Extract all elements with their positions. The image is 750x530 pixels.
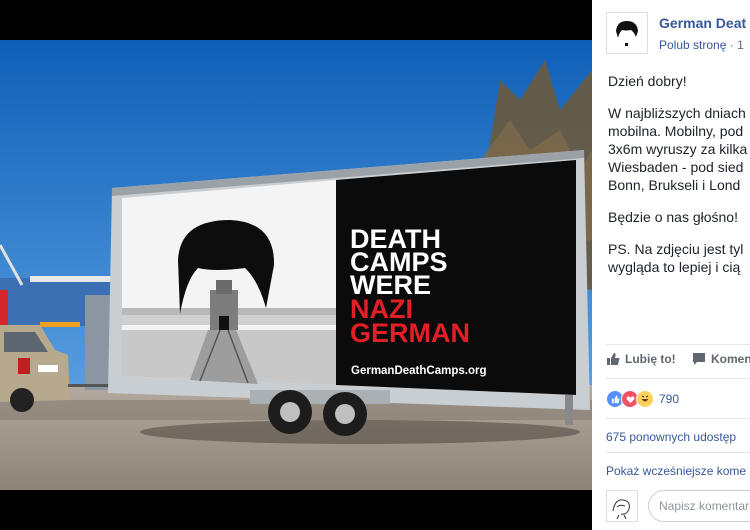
comment-label: Komen xyxy=(711,352,750,366)
comment-composer xyxy=(606,490,750,526)
comment-button[interactable]: Komen xyxy=(692,352,750,366)
thumbs-up-icon xyxy=(607,353,620,365)
post-loud: Będzie o nas głośno! xyxy=(608,209,738,225)
page-avatar[interactable] xyxy=(606,12,648,54)
reactions-summary[interactable]: 790 xyxy=(606,389,679,409)
post-ps: PS. Na zdjęciu jest tyl wygląda to lepie… xyxy=(608,240,750,276)
comment-input[interactable] xyxy=(648,490,750,522)
divider xyxy=(606,452,750,453)
post-body-line: Wiesbaden - pod sied xyxy=(608,159,744,175)
post-body-line: W najbliższych dniach xyxy=(608,105,746,121)
action-bar: Lubię to! Komen xyxy=(606,352,750,372)
view-previous-comments-link[interactable]: Pokaż wcześniejsze kome xyxy=(606,464,746,478)
post-body-line: 3x6m wyruszy za kilka xyxy=(608,141,748,157)
divider xyxy=(606,418,750,419)
comment-icon xyxy=(693,353,705,365)
billboard-trailer-photo: DEATH CAMPS WERE NAZI GERMAN GermanDeath… xyxy=(0,40,592,490)
post-greeting: Dzień dobry! xyxy=(608,73,687,89)
like-button[interactable]: Lubię to! xyxy=(606,352,676,366)
post-ps-line: wygląda to lepiej i cią xyxy=(608,259,741,275)
hair-icon xyxy=(616,21,638,46)
post-body: W najbliższych dniach mobilna. Mobilny, … xyxy=(608,104,750,194)
shares-count[interactable]: 675 ponownych udostęp xyxy=(606,430,736,444)
haha-icon xyxy=(636,390,654,408)
reaction-count[interactable]: 790 xyxy=(659,392,679,406)
post-sidebar: German Deat Polub stronę · 1 Dzień dobry… xyxy=(592,0,750,530)
page-meta: Polub stronę · 1 xyxy=(659,38,744,52)
divider xyxy=(606,378,750,379)
billboard-url: GermanDeathCamps.org xyxy=(351,365,486,377)
sketch-avatar-icon xyxy=(612,499,630,520)
billboard-line-5: GERMAN xyxy=(350,318,470,348)
post-photo[interactable]: DEATH CAMPS WERE NAZI GERMAN GermanDeath… xyxy=(0,40,592,490)
post-body-line: Bonn, Brukseli i Lond xyxy=(608,177,741,193)
post-ps-line: PS. Na zdjęciu jest tyl xyxy=(608,241,744,257)
photo-viewer: DEATH CAMPS WERE NAZI GERMAN GermanDeath… xyxy=(0,0,592,530)
commenter-avatar xyxy=(606,490,638,522)
meta-separator: · xyxy=(729,38,734,52)
post-text: Dzień dobry! W najbliższych dniach mobil… xyxy=(608,72,750,290)
divider xyxy=(606,344,750,345)
like-page-link[interactable]: Polub stronę xyxy=(659,38,726,52)
post-body-line: mobilna. Mobilny, pod xyxy=(608,123,744,139)
post-header: German Deat Polub stronę · 1 xyxy=(606,12,750,56)
like-label: Lubię to! xyxy=(625,352,676,366)
page-name[interactable]: German Deat xyxy=(659,15,746,31)
post-time[interactable]: 1 xyxy=(737,38,744,52)
